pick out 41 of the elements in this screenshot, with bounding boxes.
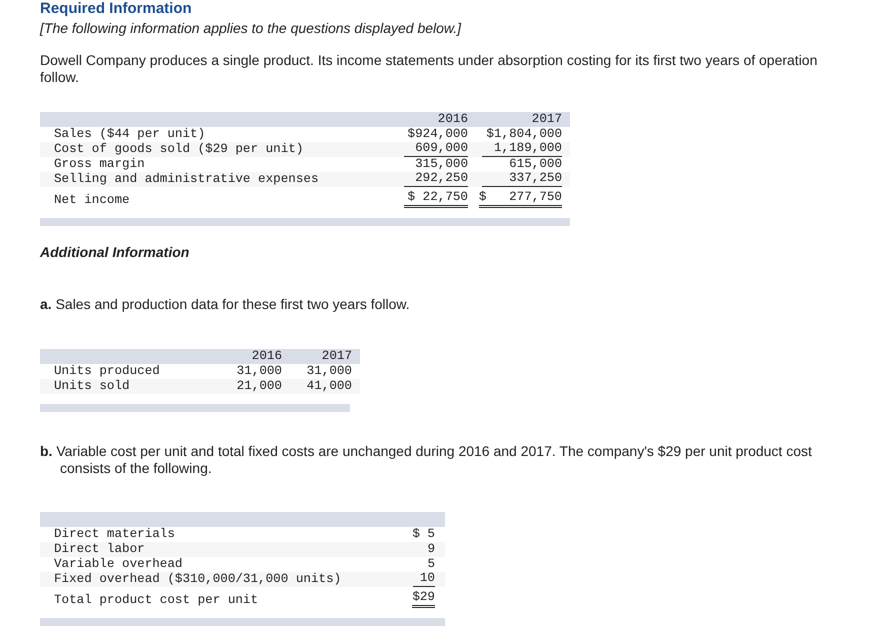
row-label: Units sold (54, 379, 130, 393)
row-label: Units produced (54, 364, 160, 378)
item-paragraph: b. Variable cost per unit and total fixed costs are unchanged during 2016 and 2017. The company's $29 per unit product cost consists of the following. (40, 443, 813, 477)
row-label: Direct materials (54, 527, 175, 541)
amount: 1,189,000 (482, 141, 562, 157)
row-label: Sales ($44 per unit) (54, 127, 206, 141)
row-label: Total product cost per unit (54, 593, 258, 607)
amount: $ 5 (412, 527, 435, 542)
column-header: 2016 (252, 349, 282, 364)
amount: 10 (413, 571, 435, 587)
row-label: Selling and administrative expenses (54, 172, 319, 186)
column-header: 2017 (322, 349, 352, 364)
amount: $ 277,750 (478, 190, 562, 208)
row-label: Variable overhead (54, 557, 182, 571)
intro-paragraph: Dowell Company produces a single product. Its income statements under absorption costing for its first two years of operation follow. (40, 52, 818, 86)
amount: 31,000 (306, 364, 352, 379)
item-paragraph: a. Sales and production data for these first two years follow. (40, 296, 411, 313)
row-label: Cost of goods sold ($29 per unit) (54, 142, 304, 156)
amount: $924,000 (406, 127, 468, 142)
section-title: Required Information (40, 0, 193, 17)
amount: 5 (426, 557, 435, 572)
column-header: 2017 (530, 112, 562, 127)
amount: 21,000 (236, 379, 282, 394)
amount: $1,804,000 (485, 127, 562, 142)
amount: 615,000 (508, 157, 562, 172)
amount: 9 (426, 542, 435, 557)
amount: $ 22,750 (404, 190, 468, 208)
instruction-note: [The following information applies to the questions displayed below.] (40, 20, 462, 37)
row-label: Direct labor (54, 542, 145, 556)
row-label: Gross margin (54, 157, 145, 171)
amount: 609,000 (404, 141, 468, 157)
amount: 337,250 (482, 171, 562, 187)
row-label: Net income (54, 193, 130, 207)
column-header: 2016 (436, 112, 468, 127)
amount: $29 (412, 590, 435, 608)
amount: 31,000 (236, 364, 282, 379)
row-label: Fixed overhead ($310,000/31,000 units) (54, 572, 342, 586)
section-heading: Additional Information (40, 244, 190, 260)
amount: 41,000 (306, 379, 352, 394)
amount: 315,000 (414, 157, 468, 172)
amount: 292,250 (404, 171, 468, 187)
